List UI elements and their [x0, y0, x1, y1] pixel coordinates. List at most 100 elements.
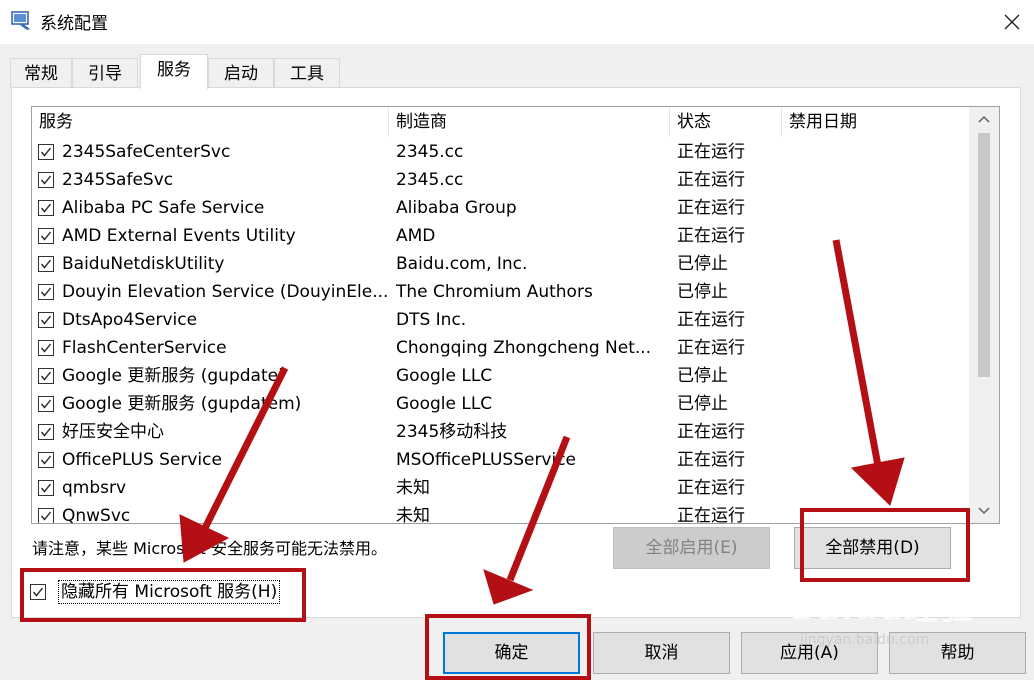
table-row[interactable]: Google 更新服务 (gupdatem) Google LLC 已停止	[32, 390, 970, 418]
service-disabled-date	[789, 138, 959, 166]
tab-startup[interactable]: 启动	[208, 58, 274, 88]
table-row[interactable]: BaiduNetdiskUtility Baidu.com, Inc. 已停止	[32, 250, 970, 278]
scroll-up-button[interactable]	[969, 107, 999, 131]
service-name: BaiduNetdiskUtility	[62, 254, 225, 274]
service-vendor: 2345.cc	[396, 142, 464, 162]
table-row[interactable]: Google 更新服务 (gupdate) Google LLC 已停止	[32, 362, 970, 390]
service-vendor: 2345.cc	[396, 170, 464, 190]
service-status: 正在运行	[677, 198, 745, 218]
service-name: AMD External Events Utility	[62, 226, 296, 246]
table-row[interactable]: FlashCenterService Chongqing Zhongcheng N…	[32, 334, 970, 362]
service-status: 已停止	[677, 366, 728, 386]
service-name: 2345SafeCenterSvc	[62, 142, 231, 162]
column-header-status[interactable]: 状态	[670, 107, 782, 137]
close-button[interactable]	[990, 0, 1034, 44]
baidu-watermark-url: jingyan.baidu.com	[800, 632, 930, 648]
service-disabled-date	[789, 362, 959, 390]
table-row[interactable]: DtsApo4Service DTS Inc. 正在运行	[32, 306, 970, 334]
service-checkbox[interactable]	[38, 200, 54, 216]
table-row[interactable]: OfficePLUS Service MSOfficePLUSService 正在运…	[32, 446, 970, 474]
service-checkbox[interactable]	[38, 284, 54, 300]
vertical-scrollbar[interactable]	[969, 107, 999, 523]
service-checkbox[interactable]	[38, 256, 54, 272]
annotation-box-disable-all	[800, 508, 970, 582]
checkmark-icon	[40, 427, 52, 437]
baidu-watermark: Baidu经验	[790, 588, 975, 628]
service-checkbox[interactable]	[38, 368, 54, 384]
tab-boot[interactable]: 引导	[72, 58, 138, 88]
tab-tools[interactable]: 工具	[274, 58, 340, 88]
service-checkbox[interactable]	[38, 172, 54, 188]
service-disabled-date	[789, 250, 959, 278]
service-vendor: Chongqing Zhongcheng Net...	[396, 338, 652, 358]
checkmark-icon	[40, 315, 52, 325]
checkmark-icon	[40, 343, 52, 353]
service-name: 好压安全中心	[62, 422, 164, 442]
service-status: 正在运行	[677, 310, 745, 330]
scroll-thumb[interactable]	[978, 133, 990, 377]
service-status: 已停止	[677, 394, 728, 414]
cancel-button[interactable]: 取消	[593, 632, 730, 674]
table-row[interactable]: Alibaba PC Safe Service Alibaba Group 正在运行	[32, 194, 970, 222]
table-row[interactable]: 2345SafeSvc 2345.cc 正在运行	[32, 166, 970, 194]
service-name: DtsApo4Service	[62, 310, 198, 330]
table-row[interactable]: 好压安全中心 2345移动科技 正在运行	[32, 418, 970, 446]
service-name: Alibaba PC Safe Service	[62, 198, 265, 218]
service-status: 正在运行	[677, 170, 745, 190]
table-row[interactable]: AMD External Events Utility AMD 正在运行	[32, 222, 970, 250]
service-status: 正在运行	[677, 226, 745, 246]
service-status: 正在运行	[677, 142, 745, 162]
column-header-disabled-date[interactable]: 禁用日期	[782, 107, 970, 137]
column-header-vendor[interactable]: 制造商	[389, 107, 670, 137]
msconfig-icon	[11, 11, 30, 30]
table-row[interactable]: Douyin Elevation Service (DouyinEle... Th…	[32, 278, 970, 306]
service-name: OfficePLUS Service	[62, 450, 222, 470]
service-vendor: Alibaba Group	[396, 198, 517, 218]
enable-all-button[interactable]: 全部启用(E)	[613, 527, 770, 569]
table-row[interactable]: qmbsrv 未知 正在运行	[32, 474, 970, 502]
service-vendor: 未知	[396, 506, 430, 524]
scroll-down-button[interactable]	[969, 499, 999, 523]
annotation-box-hide-ms	[20, 568, 306, 622]
table-row[interactable]: 2345SafeCenterSvc 2345.cc 正在运行	[32, 138, 970, 166]
checkmark-icon	[40, 511, 52, 521]
service-checkbox[interactable]	[38, 396, 54, 412]
tab-services[interactable]: 服务	[140, 54, 208, 89]
service-vendor: 未知	[396, 478, 430, 498]
service-disabled-date	[789, 474, 959, 502]
service-vendor: MSOfficePLUSService	[396, 450, 577, 470]
service-disabled-date	[789, 194, 959, 222]
close-icon	[1004, 14, 1020, 30]
service-status: 正在运行	[677, 478, 745, 498]
service-disabled-date	[789, 166, 959, 194]
service-vendor: 2345移动科技	[396, 422, 508, 442]
column-header-service[interactable]: 服务	[32, 107, 389, 137]
service-status: 正在运行	[677, 506, 745, 524]
checkmark-icon	[40, 175, 52, 185]
service-name: qmbsrv	[62, 478, 127, 498]
service-vendor: Google LLC	[396, 394, 493, 414]
service-disabled-date	[789, 278, 959, 306]
services-list[interactable]: 服务 制造商 状态 禁用日期 2345SafeCenterSvc 2345.cc 正…	[31, 106, 1000, 524]
service-disabled-date	[789, 334, 959, 362]
checkmark-icon	[40, 371, 52, 381]
service-checkbox[interactable]	[38, 228, 54, 244]
service-vendor: The Chromium Authors	[396, 282, 593, 302]
chevron-up-icon	[978, 115, 990, 123]
service-status: 正在运行	[677, 338, 745, 358]
service-disabled-date	[789, 418, 959, 446]
service-checkbox[interactable]	[38, 508, 54, 523]
service-vendor: Baidu.com, Inc.	[396, 254, 528, 274]
service-checkbox[interactable]	[38, 312, 54, 328]
tab-general[interactable]: 常规	[10, 58, 72, 88]
service-status: 已停止	[677, 254, 728, 274]
service-checkbox[interactable]	[38, 452, 54, 468]
checkmark-icon	[40, 287, 52, 297]
service-checkbox[interactable]	[38, 424, 54, 440]
service-checkbox[interactable]	[38, 480, 54, 496]
service-checkbox[interactable]	[38, 340, 54, 356]
window-title: 系统配置	[40, 14, 108, 34]
service-checkbox[interactable]	[38, 144, 54, 160]
service-status: 正在运行	[677, 450, 745, 470]
checkmark-icon	[40, 399, 52, 409]
